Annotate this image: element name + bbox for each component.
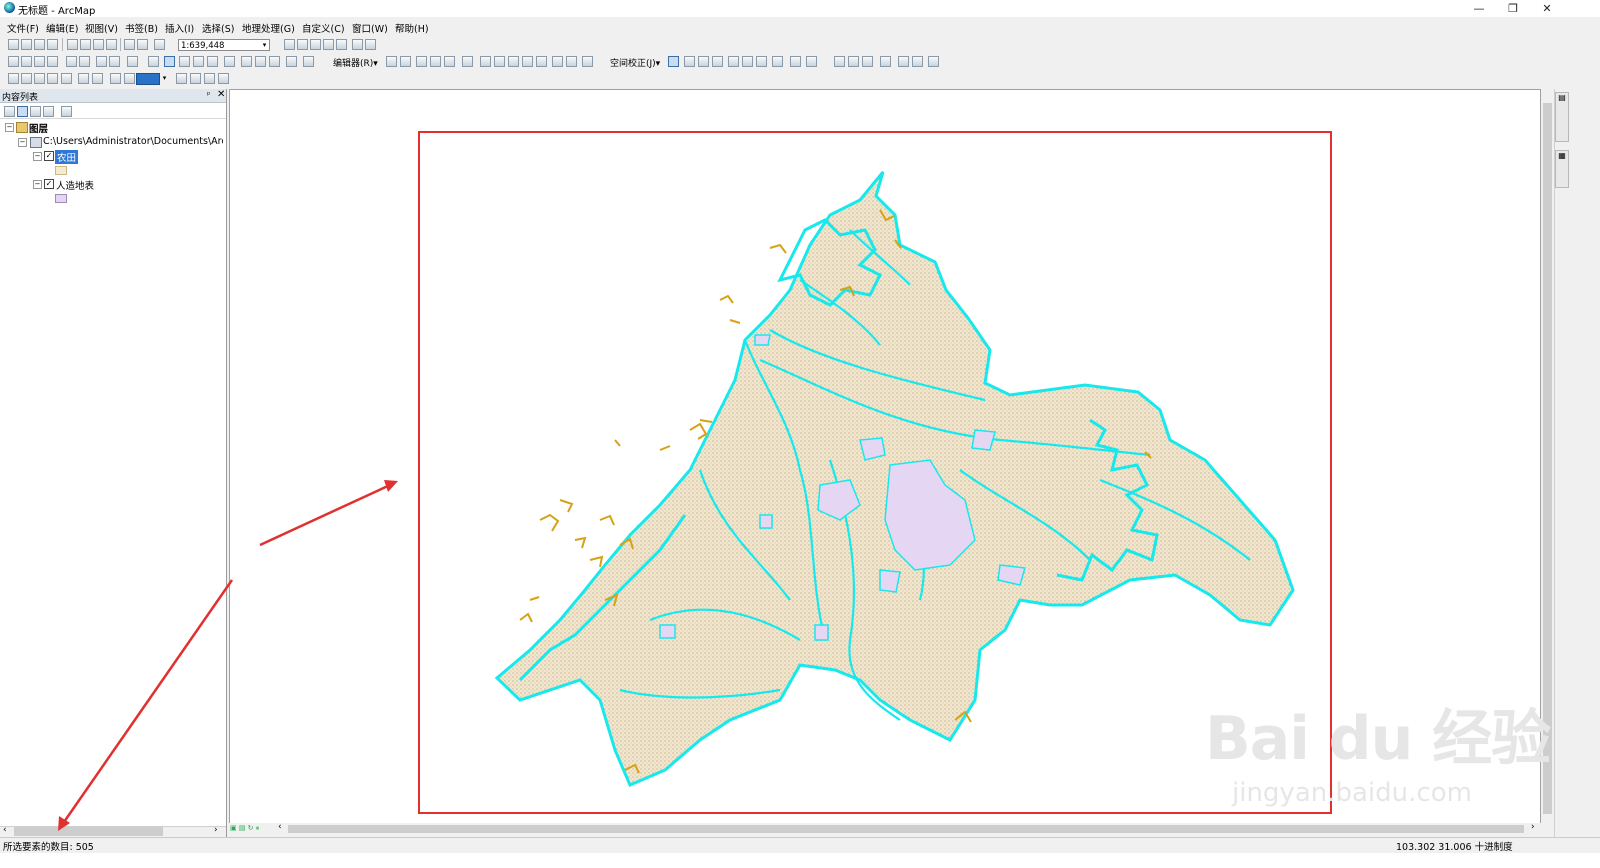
scroll-right-arrow-icon[interactable]: ›: [1531, 822, 1535, 832]
baidu-watermark-url: jingyan.baidu.com: [1232, 778, 1472, 808]
arrow-to-map: [259, 483, 391, 547]
scroll-left-arrow-icon[interactable]: ‹: [278, 822, 282, 832]
search-dock-tab[interactable]: ▦: [1555, 150, 1569, 188]
selected-feature-count: 所选要素的数目: 505: [3, 842, 94, 853]
arrow-to-status: [62, 579, 234, 823]
bottom-strip: [0, 853, 1600, 868]
arrow-to-status-head: [58, 816, 70, 831]
baidu-watermark-logo: Bai du 经验: [1205, 704, 1551, 774]
cursor-coordinates: 103.302 31.006 十进制度: [1396, 842, 1513, 853]
right-dock-panel: [1554, 89, 1569, 837]
catalog-dock-tab[interactable]: ▤: [1555, 92, 1569, 142]
map-horizontal-scroll-thumb[interactable]: [288, 825, 1524, 833]
status-bar: [0, 837, 1600, 854]
arrow-to-map-head: [384, 480, 398, 492]
view-switch-icons[interactable]: ▣ ▤ ↻ ⏸: [230, 823, 270, 834]
